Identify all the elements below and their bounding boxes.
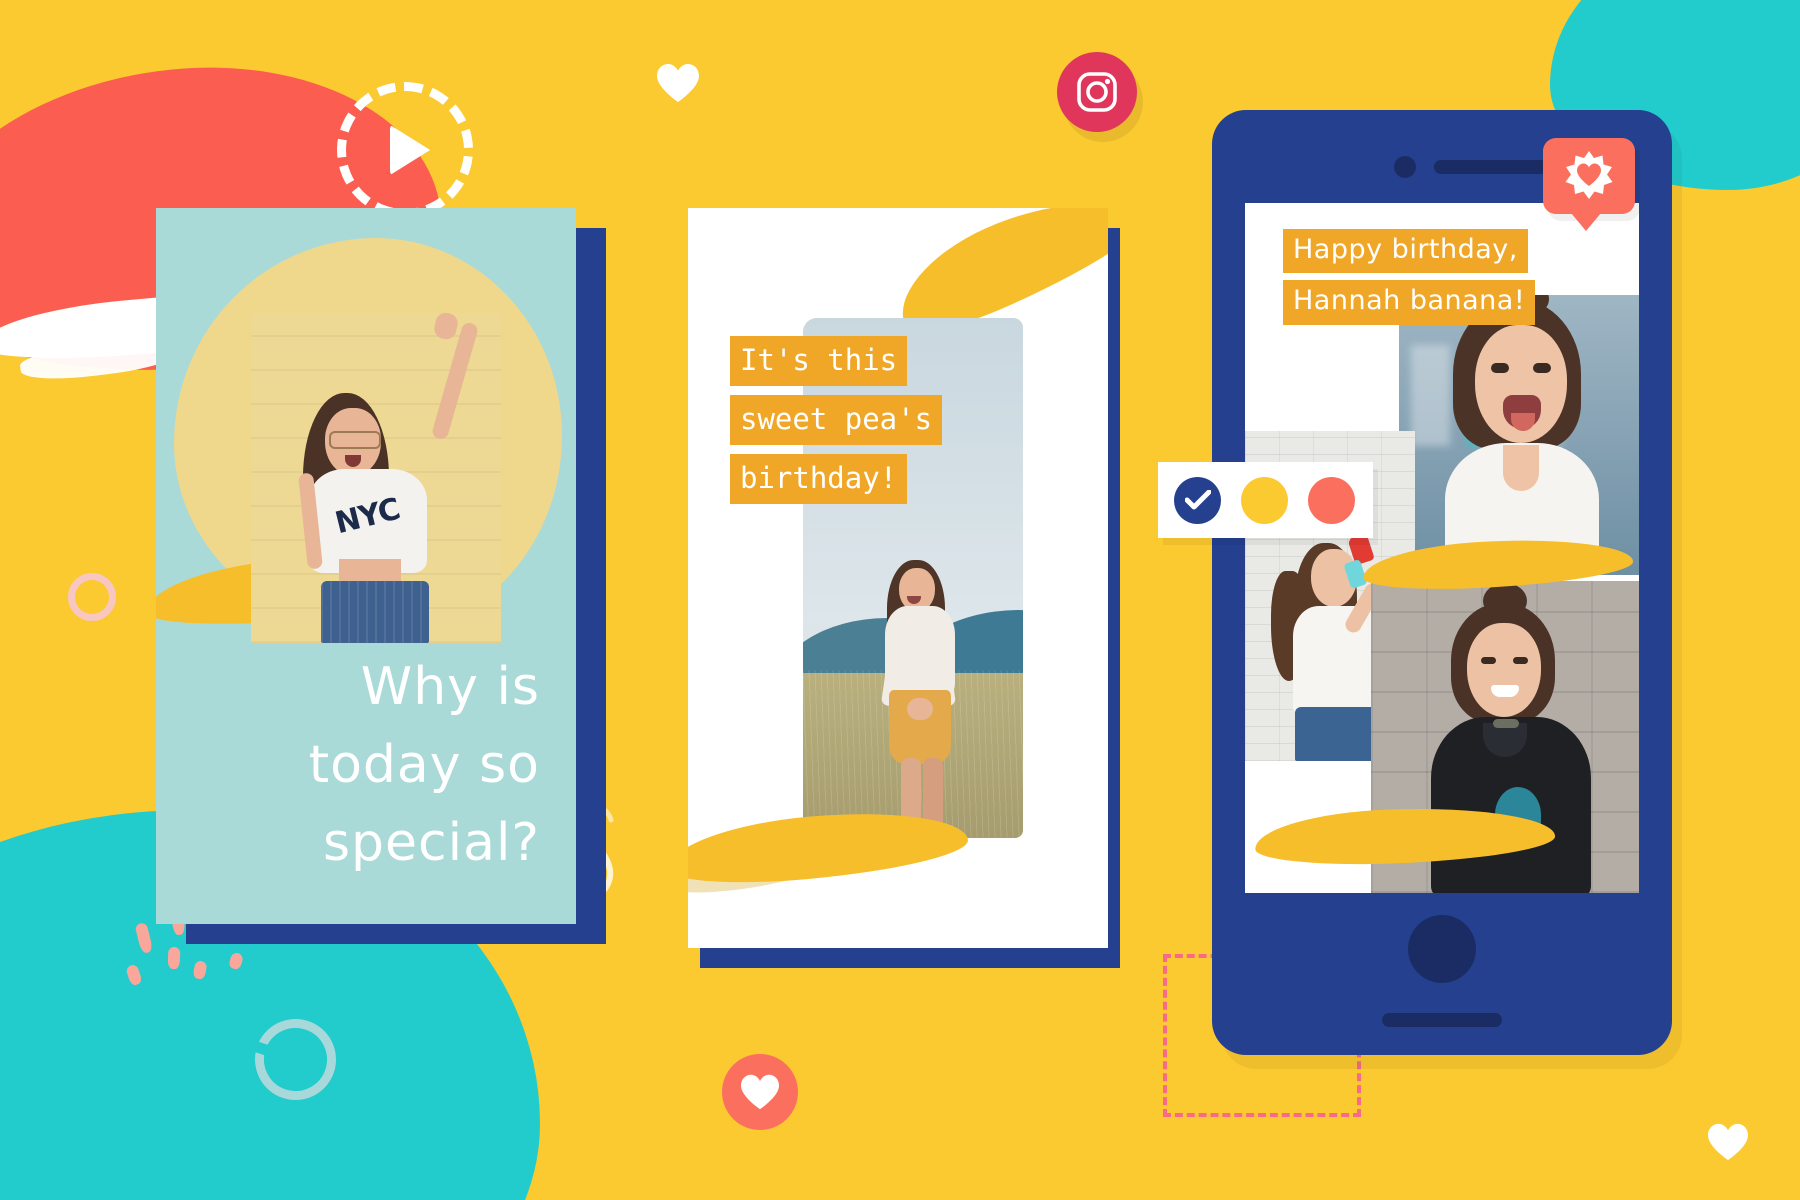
notification-badge[interactable] — [1543, 138, 1635, 231]
phone-camera — [1394, 156, 1416, 178]
highlight-line-2: sweet pea's — [730, 395, 943, 446]
instagram-icon — [1077, 72, 1117, 112]
story-card-1-title: Why is today so special? — [156, 648, 540, 882]
circle-outline-teal — [244, 1008, 347, 1111]
heart-badge[interactable] — [722, 1054, 798, 1130]
heart-outline-icon-bottom-right — [1708, 1123, 1748, 1161]
story-card-2[interactable]: It's this sweet pea's birthday! — [688, 208, 1108, 948]
swatch-coral[interactable] — [1308, 476, 1355, 524]
circle-outline-pink — [68, 573, 116, 621]
swatch-blue-selected[interactable] — [1174, 476, 1221, 524]
phone-mockup[interactable]: Happy birthday, Hannah banana! — [1212, 110, 1672, 1055]
instagram-bubble[interactable] — [1057, 52, 1137, 132]
title-line-3: special? — [322, 813, 540, 873]
color-picker[interactable] — [1158, 462, 1373, 538]
heart-outline-icon — [657, 64, 699, 102]
play-button[interactable] — [337, 82, 473, 218]
story-card-1[interactable]: NYC Why is today so special? — [156, 208, 576, 924]
starburst-heart-icon — [1565, 151, 1613, 199]
phone-story-text: Happy birthday, Hannah banana! — [1283, 229, 1536, 332]
title-line-2: today so — [308, 735, 540, 795]
check-icon — [1184, 490, 1211, 510]
phone-screen[interactable]: Happy birthday, Hannah banana! — [1245, 203, 1639, 893]
photo-excited-woman — [1399, 295, 1639, 575]
phone-bottom-bar — [1382, 1013, 1502, 1027]
phone-highlight-line-2: Hannah banana! — [1283, 280, 1536, 325]
canvas: NYC Why is today so special? It's this s… — [0, 0, 1800, 1200]
highlight-line-1: It's this — [730, 336, 908, 387]
swatch-yellow[interactable] — [1241, 476, 1288, 524]
phone-home-button[interactable] — [1408, 915, 1476, 983]
story-card-2-text: It's this sweet pea's birthday! — [730, 336, 943, 513]
play-icon — [390, 125, 430, 175]
photo-nyc-woman: NYC — [251, 313, 501, 643]
phone-speaker — [1434, 160, 1554, 174]
title-line-1: Why is — [360, 657, 540, 717]
highlight-line-3: birthday! — [730, 454, 908, 505]
heart-filled-icon — [741, 1074, 779, 1110]
phone-highlight-line-1: Happy birthday, — [1283, 229, 1528, 274]
